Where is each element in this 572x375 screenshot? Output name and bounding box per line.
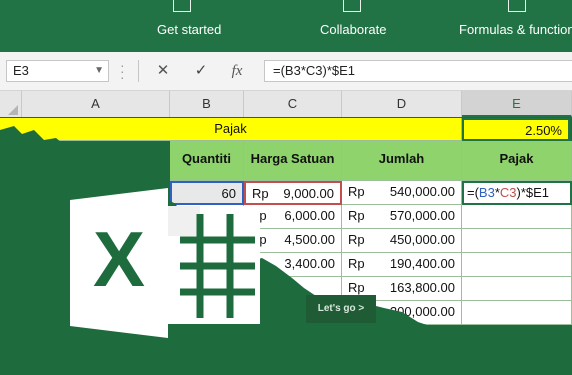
name-box-value: E3 <box>13 63 29 78</box>
formula-bar: E3 ▼ · · · ✕ ✓ fx =(B3*C3)*$E1 <box>0 52 572 91</box>
formula-input[interactable]: =(B3*C3)*$E1 <box>264 60 572 82</box>
insert-function-button[interactable]: fx <box>226 60 248 82</box>
excel-logo-icon: X <box>70 188 260 338</box>
column-header-c[interactable]: C <box>244 91 342 117</box>
name-box[interactable]: E3 ▼ <box>6 60 109 82</box>
cancel-button[interactable]: ✕ <box>152 60 174 82</box>
logo-letter: X <box>93 215 145 303</box>
collaborate-tab[interactable]: Collaborate <box>320 22 387 37</box>
collaborate-icon <box>343 0 361 12</box>
resize-handle[interactable]: · · · <box>120 58 125 84</box>
formulas-tab[interactable]: Formulas & functions <box>459 22 572 37</box>
enter-button[interactable]: ✓ <box>190 60 212 82</box>
ribbon-bar: Get started Collaborate Formulas & funct… <box>0 0 572 52</box>
get-started-tab[interactable]: Get started <box>157 22 221 37</box>
get-started-icon <box>173 0 191 12</box>
select-all-corner[interactable] <box>0 91 22 117</box>
column-header-a[interactable]: A <box>22 91 170 117</box>
column-header-d[interactable]: D <box>342 91 462 117</box>
lets-go-button[interactable]: Let's go > <box>306 295 376 323</box>
select-all-icon <box>8 105 18 115</box>
column-header-b[interactable]: B <box>170 91 244 117</box>
column-header-e[interactable]: E <box>462 91 572 117</box>
formulas-icon <box>508 0 526 12</box>
chevron-down-icon[interactable]: ▼ <box>94 61 104 81</box>
divider <box>138 60 139 82</box>
